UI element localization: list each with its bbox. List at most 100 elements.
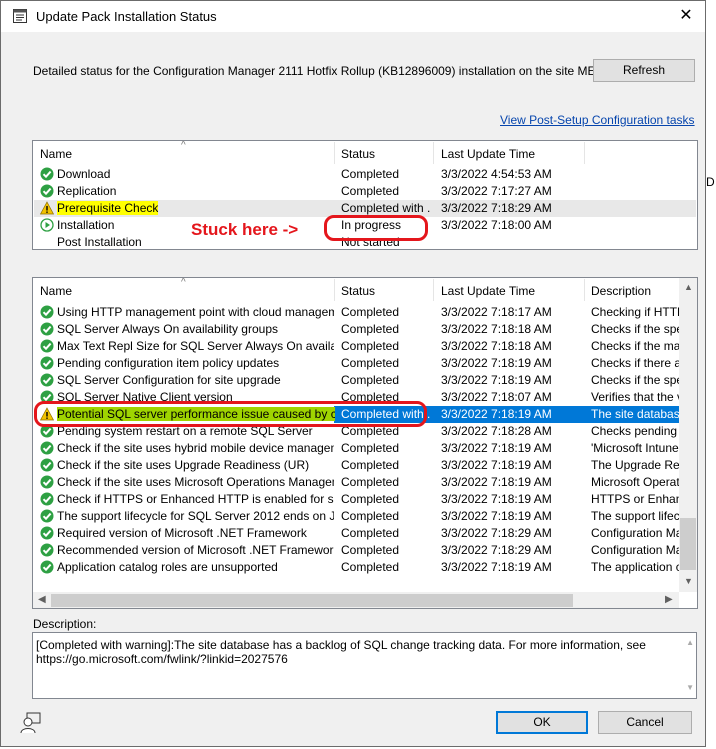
dialog-window: Update Pack Installation Status ✕ Detail… bbox=[0, 0, 706, 747]
column-separator[interactable] bbox=[334, 279, 335, 301]
table-row[interactable]: SQL Server Always On availability groups… bbox=[34, 321, 696, 338]
check-icon bbox=[40, 356, 54, 370]
row-description: The site database bbox=[591, 407, 679, 421]
stage-list-header: ^ Name Status Last Update Time bbox=[33, 141, 697, 165]
ok-button[interactable]: OK bbox=[496, 711, 588, 734]
column-separator[interactable] bbox=[584, 279, 585, 301]
table-row[interactable]: Check if HTTPS or Enhanced HTTP is enabl… bbox=[34, 491, 696, 508]
sort-caret-icon: ^ bbox=[181, 277, 186, 288]
vertical-scrollbar[interactable]: ▲ ▼ bbox=[679, 278, 697, 592]
check-icon bbox=[40, 339, 54, 353]
horizontal-scroll-thumb[interactable] bbox=[51, 594, 573, 607]
column-header-status[interactable]: Status bbox=[341, 284, 375, 298]
background-text-fragment: D bbox=[706, 175, 715, 189]
scroll-down-icon[interactable]: ▼ bbox=[684, 576, 693, 586]
cancel-button[interactable]: Cancel bbox=[598, 711, 692, 734]
row-description: Configuration Mana bbox=[591, 543, 679, 557]
row-description: Verifies that the ve bbox=[591, 390, 679, 404]
scroll-left-icon[interactable]: ◀ bbox=[38, 594, 46, 605]
check-icon bbox=[40, 560, 54, 574]
row-name: Check if HTTPS or Enhanced HTTP is enabl… bbox=[57, 492, 334, 506]
annotation-oval-warning-row bbox=[34, 401, 427, 427]
check-icon bbox=[40, 167, 54, 181]
scroll-up-icon[interactable]: ▲ bbox=[684, 282, 693, 292]
row-last-update: 3/3/2022 7:18:07 AM bbox=[441, 390, 552, 404]
table-row[interactable]: Check if the site uses Upgrade Readiness… bbox=[34, 457, 696, 474]
row-name: Pending configuration item policy update… bbox=[57, 356, 280, 370]
description-text: [Completed with warning]:The site databa… bbox=[36, 638, 646, 666]
row-name: Download bbox=[57, 167, 111, 181]
column-header-status[interactable]: Status bbox=[341, 147, 375, 161]
check-icon bbox=[40, 543, 54, 557]
row-status: Completed bbox=[341, 509, 400, 523]
row-last-update: 3/3/2022 4:54:53 AM bbox=[441, 167, 552, 181]
row-name: Recommended version of Microsoft .NET Fr… bbox=[57, 543, 334, 557]
column-header-description[interactable]: Description bbox=[591, 284, 651, 298]
row-description: Checking if HTTP bbox=[591, 305, 679, 319]
row-last-update: 3/3/2022 7:18:19 AM bbox=[441, 492, 552, 506]
table-row[interactable]: Using HTTP management point with cloud m… bbox=[34, 304, 696, 321]
row-status: Completed bbox=[341, 458, 400, 472]
detail-status-text: Detailed status for the Configuration Ma… bbox=[33, 64, 609, 78]
row-name: Required version of Microsoft .NET Frame… bbox=[57, 526, 307, 540]
column-header-last-update[interactable]: Last Update Time bbox=[441, 284, 535, 298]
table-row[interactable]: SQL Server Configuration for site upgrad… bbox=[34, 372, 696, 389]
row-last-update: 3/3/2022 7:18:19 AM bbox=[441, 560, 552, 574]
description-textbox[interactable]: [Completed with warning]:The site databa… bbox=[32, 632, 697, 699]
prerequisite-list[interactable]: ^ Name Status Last Update Time Descripti… bbox=[32, 277, 698, 609]
check-icon bbox=[40, 373, 54, 387]
table-row[interactable]: Application catalog roles are unsupporte… bbox=[34, 559, 696, 576]
row-last-update: 3/3/2022 7:18:19 AM bbox=[441, 458, 552, 472]
row-description: The application ca bbox=[591, 560, 679, 574]
table-row[interactable]: Recommended version of Microsoft .NET Fr… bbox=[34, 542, 696, 559]
row-description: Checks if the spec bbox=[591, 373, 679, 387]
scroll-up-icon[interactable]: ▲ bbox=[686, 636, 694, 650]
row-name: Post Installation bbox=[57, 235, 142, 249]
scroll-down-icon[interactable]: ▼ bbox=[686, 681, 694, 695]
refresh-button[interactable]: Refresh bbox=[593, 59, 695, 82]
row-name: Check if the site uses hybrid mobile dev… bbox=[57, 441, 334, 455]
blank-icon bbox=[40, 235, 54, 249]
row-description: The Upgrade Read bbox=[591, 458, 679, 472]
row-description: Checks if there are bbox=[591, 356, 679, 370]
row-status: Completed with ... bbox=[341, 201, 431, 215]
row-status: Completed bbox=[341, 492, 400, 506]
scroll-right-icon[interactable]: ▶ bbox=[665, 594, 673, 605]
support-person-icon[interactable] bbox=[20, 712, 42, 734]
annotation-oval-in-progress bbox=[324, 215, 428, 241]
table-row[interactable]: Download Completed 3/3/2022 4:54:53 AM bbox=[34, 166, 696, 183]
check-icon bbox=[40, 305, 54, 319]
table-row[interactable]: Check if the site uses Microsoft Operati… bbox=[34, 474, 696, 491]
row-status: Completed bbox=[341, 373, 400, 387]
table-row[interactable]: Pending configuration item policy update… bbox=[34, 355, 696, 372]
row-last-update: 3/3/2022 7:18:18 AM bbox=[441, 339, 552, 353]
row-description: Checks if the max t bbox=[591, 339, 679, 353]
row-last-update: 3/3/2022 7:18:19 AM bbox=[441, 373, 552, 387]
column-header-name[interactable]: Name bbox=[40, 147, 72, 161]
table-row[interactable]: Required version of Microsoft .NET Frame… bbox=[34, 525, 696, 542]
column-separator[interactable] bbox=[433, 142, 434, 164]
post-setup-tasks-link[interactable]: View Post-Setup Configuration tasks bbox=[500, 113, 695, 127]
close-icon[interactable]: ✕ bbox=[671, 3, 701, 29]
table-row[interactable]: Replication Completed 3/3/2022 7:17:27 AM bbox=[34, 183, 696, 200]
table-row[interactable]: The support lifecycle for SQL Server 201… bbox=[34, 508, 696, 525]
row-description: Checks if the spec bbox=[591, 322, 679, 336]
column-header-name[interactable]: Name bbox=[40, 284, 72, 298]
row-status: Completed bbox=[341, 543, 400, 557]
column-separator[interactable] bbox=[433, 279, 434, 301]
column-separator[interactable] bbox=[334, 142, 335, 164]
table-row[interactable]: Max Text Repl Size for SQL Server Always… bbox=[34, 338, 696, 355]
check-icon bbox=[40, 322, 54, 336]
row-description: The support lifecyc bbox=[591, 509, 679, 523]
row-description: 'Microsoft Intune S bbox=[591, 441, 679, 455]
horizontal-scrollbar[interactable]: ◀ ▶ bbox=[33, 592, 679, 608]
row-description: Microsoft Operation bbox=[591, 475, 679, 489]
vertical-scroll-thumb[interactable] bbox=[680, 518, 696, 570]
row-status: Completed bbox=[341, 475, 400, 489]
column-separator[interactable] bbox=[584, 142, 585, 164]
row-name: SQL Server Configuration for site upgrad… bbox=[57, 373, 281, 387]
table-row[interactable]: Check if the site uses hybrid mobile dev… bbox=[34, 440, 696, 457]
sort-caret-icon: ^ bbox=[181, 140, 186, 151]
column-header-last-update[interactable]: Last Update Time bbox=[441, 147, 535, 161]
row-last-update: 3/3/2022 7:18:19 AM bbox=[441, 441, 552, 455]
